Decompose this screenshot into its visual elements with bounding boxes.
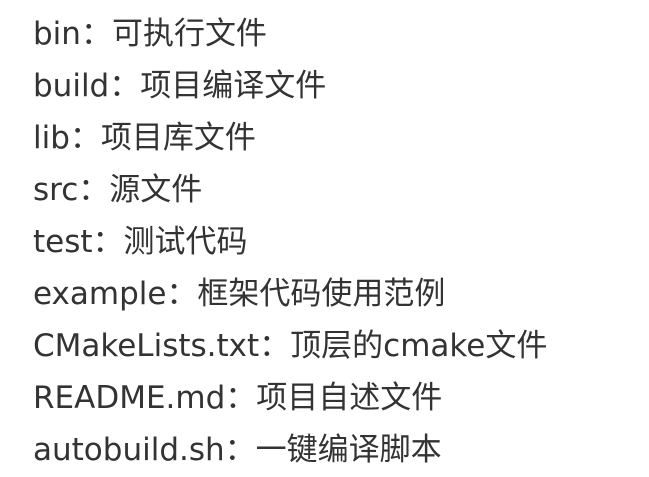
list-item-test: test：测试代码	[33, 224, 248, 260]
list-item-example: example：框架代码使用范例	[33, 276, 446, 312]
list-item-readme: README.md：项目自述文件	[33, 380, 443, 416]
list-item-cmakelists: CMakeLists.txt：顶层的cmake文件	[33, 328, 548, 364]
directory-description-list: bin：可执行文件 build：项目编译文件 lib：项目库文件 src：源文件…	[33, 8, 639, 476]
list-item-src: src：源文件	[33, 172, 203, 208]
list-item-build: build：项目编译文件	[33, 68, 327, 104]
list-item-bin: bin：可执行文件	[33, 16, 267, 52]
list-item-lib: lib：项目库文件	[33, 120, 256, 156]
list-item-autobuild: autobuild.sh：一键编译脚本	[33, 432, 442, 468]
